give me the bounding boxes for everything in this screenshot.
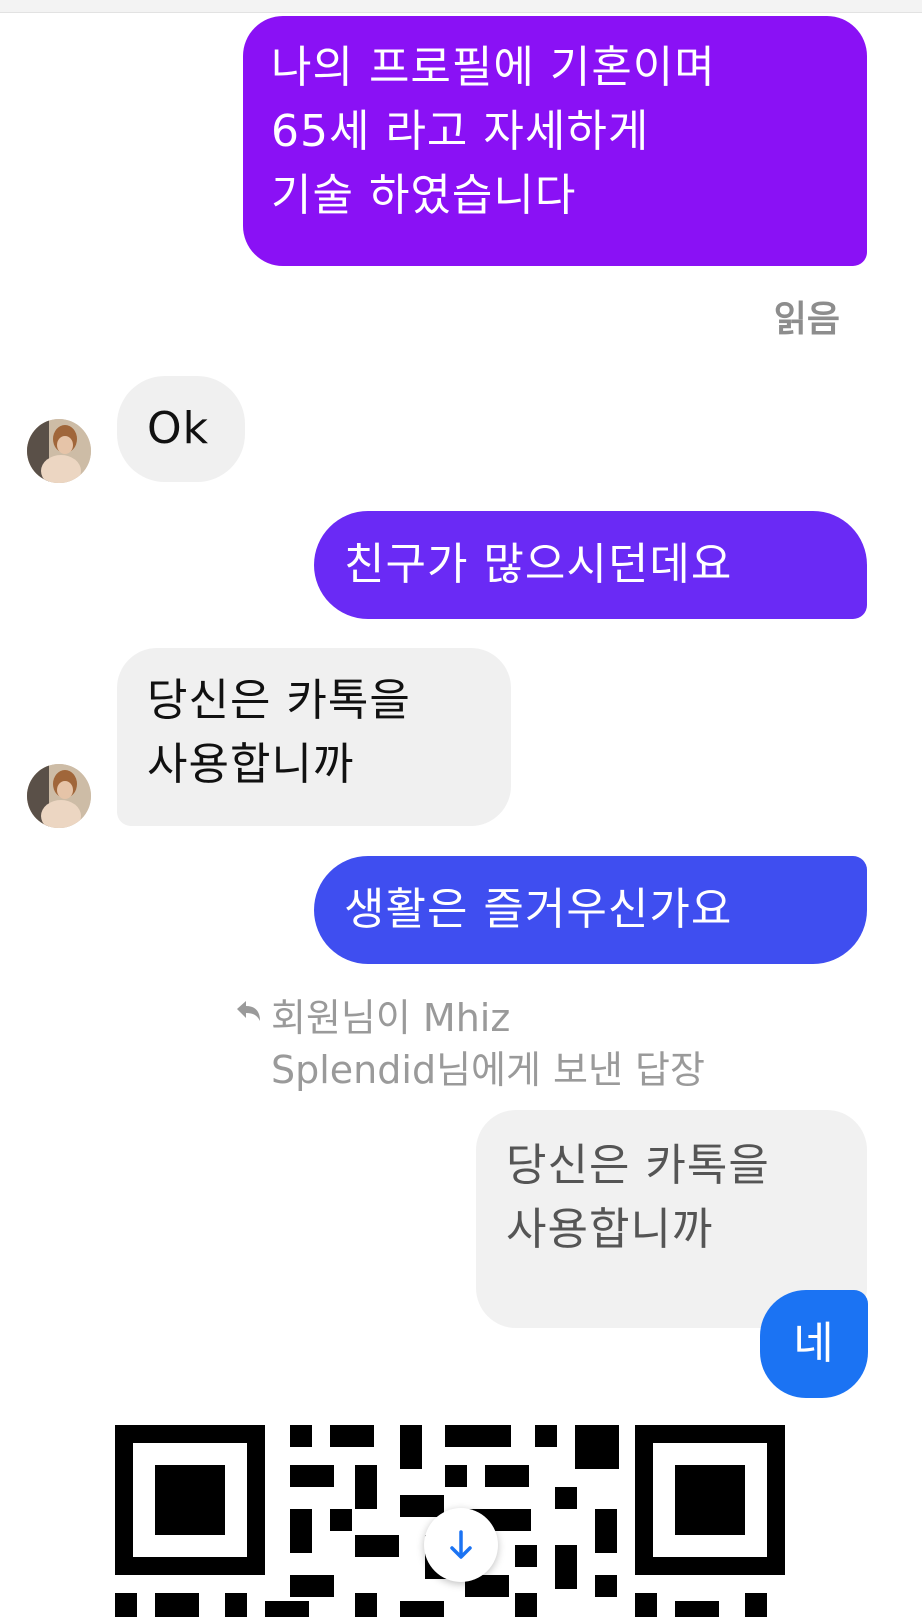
- outgoing-message-life[interactable]: 생활은 즐거우신가요: [314, 856, 867, 964]
- incoming-message-kakao[interactable]: 당신은 카톡을 사용합니까: [117, 648, 511, 826]
- outgoing-message-yes[interactable]: 네: [760, 1290, 868, 1398]
- avatar-image: [27, 419, 91, 483]
- top-bar: [0, 0, 922, 13]
- avatar[interactable]: [27, 764, 91, 828]
- reply-context-label: 회원님이 Mhiz Splendid님에게 보낸 답장: [271, 996, 705, 1092]
- outgoing-message-profile[interactable]: 나의 프로필에 기혼이며 65세 라고 자세하게 기술 하였습니다: [243, 16, 867, 266]
- scroll-to-bottom-button[interactable]: [424, 1508, 498, 1582]
- read-receipt: 읽음: [773, 299, 840, 340]
- avatar[interactable]: [27, 419, 91, 483]
- arrow-down-icon: [450, 1530, 472, 1559]
- avatar-image: [27, 764, 91, 828]
- outgoing-message-friends[interactable]: 친구가 많으시던데요: [314, 511, 867, 619]
- reply-arrow-icon: [237, 1001, 260, 1021]
- incoming-message-ok[interactable]: Ok: [117, 376, 245, 482]
